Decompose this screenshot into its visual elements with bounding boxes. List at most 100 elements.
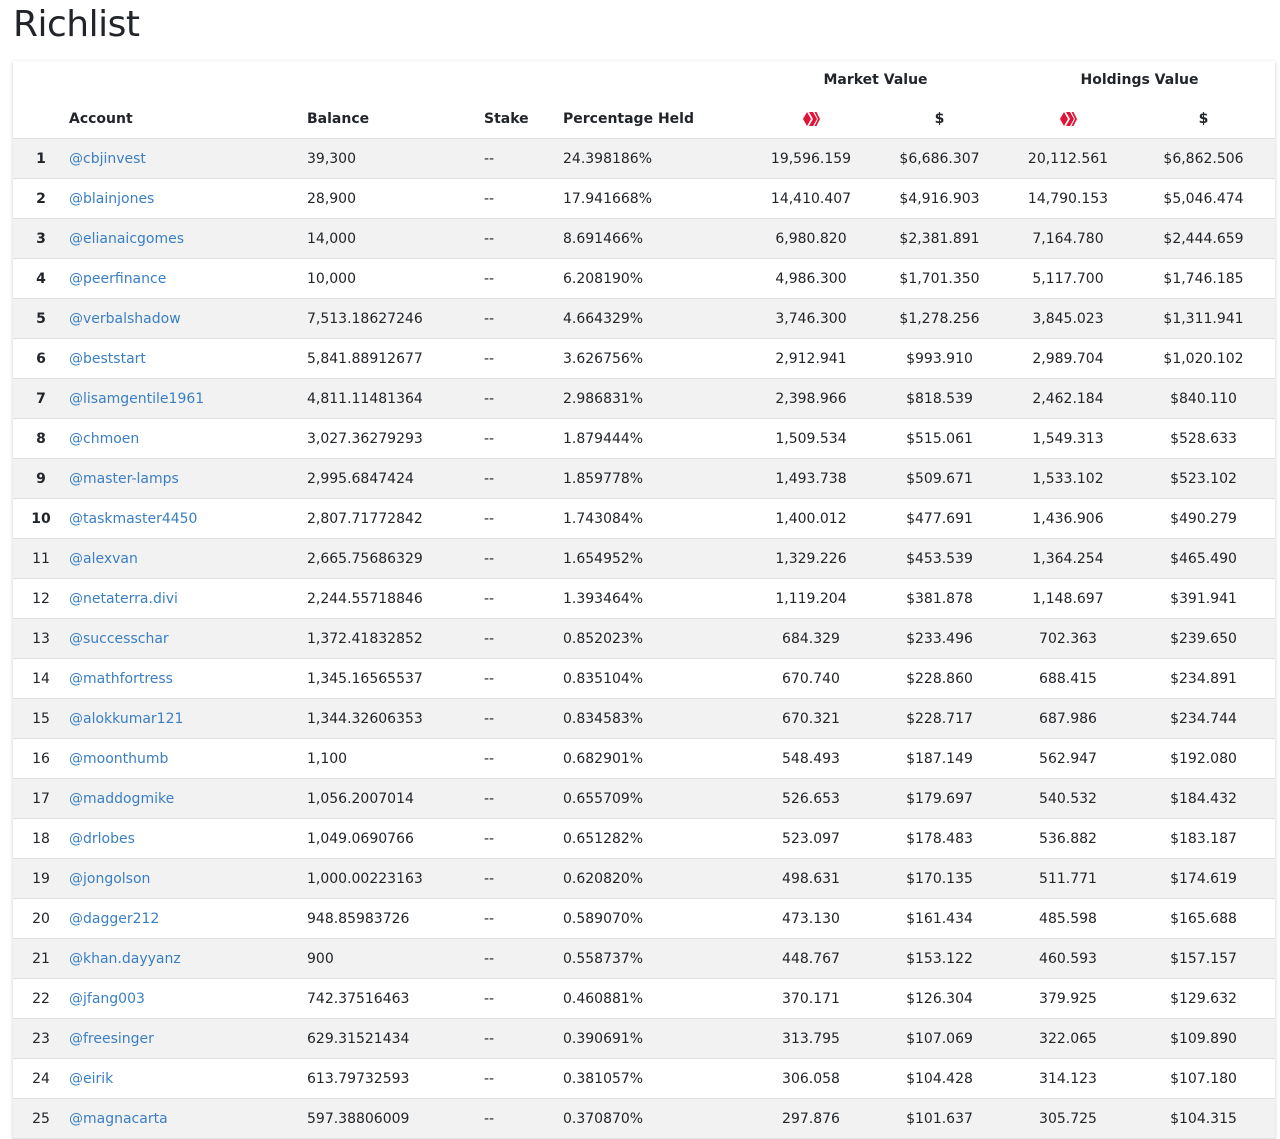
market-value-usd-cell: $179.697 xyxy=(875,778,1004,819)
balance-cell: 14,000 xyxy=(307,218,484,259)
balance-cell: 3,027.36279293 xyxy=(307,418,484,459)
holdings-value-hive-cell: 540.532 xyxy=(1004,778,1132,819)
market-value-hive-header[interactable] xyxy=(747,99,875,139)
account-link[interactable]: @successchar xyxy=(69,631,169,647)
market-value-hive-cell: 306.058 xyxy=(747,1058,875,1099)
balance-cell: 1,100 xyxy=(307,738,484,779)
account-link[interactable]: @lisamgentile1961 xyxy=(69,391,204,407)
holdings-value-hive-cell: 1,549.313 xyxy=(1004,418,1132,459)
market-value-usd-cell: $178.483 xyxy=(875,818,1004,859)
holdings-value-usd-cell: $109.890 xyxy=(1132,1018,1275,1059)
rank-cell: 6 xyxy=(13,338,69,379)
percentage-cell: 24.398186% xyxy=(563,138,747,179)
account-cell: @elianaicgomes xyxy=(69,218,307,259)
account-link[interactable]: @alexvan xyxy=(69,551,138,567)
market-value-hive-cell: 1,400.012 xyxy=(747,498,875,539)
market-value-usd-header[interactable]: $ xyxy=(875,99,1004,139)
table-row: 3 @elianaicgomes 14,000 -- 8.691466% 6,980.82… xyxy=(13,218,1275,259)
account-cell: @freesinger xyxy=(69,1018,307,1059)
market-value-usd-cell: $818.539 xyxy=(875,378,1004,419)
percentage-cell: 1.654952% xyxy=(563,538,747,579)
holdings-value-hive-cell: 5,117.700 xyxy=(1004,258,1132,299)
account-link[interactable]: @taskmaster4450 xyxy=(69,511,197,527)
stake-cell: -- xyxy=(484,898,563,939)
rank-cell: 18 xyxy=(13,818,69,859)
balance-header[interactable]: Balance xyxy=(307,99,484,139)
table-row: 8 @chmoen 3,027.36279293 -- 1.879444% 1,509.5… xyxy=(13,418,1275,459)
account-link[interactable]: @magnacarta xyxy=(69,1111,168,1127)
account-link[interactable]: @maddogmike xyxy=(69,791,174,807)
account-link[interactable]: @khan.dayyanz xyxy=(69,951,181,967)
holdings-value-hive-cell: 2,462.184 xyxy=(1004,378,1132,419)
account-link[interactable]: @freesinger xyxy=(69,1031,154,1047)
holdings-value-hive-cell: 688.415 xyxy=(1004,658,1132,699)
percentage-cell: 0.852023% xyxy=(563,618,747,659)
holdings-value-hive-cell: 485.598 xyxy=(1004,898,1132,939)
percentage-cell: 4.664329% xyxy=(563,298,747,339)
percentage-held-header[interactable]: Percentage Held xyxy=(563,99,747,139)
account-cell: @blainjones xyxy=(69,178,307,219)
rank-cell: 12 xyxy=(13,578,69,619)
table-row: 4 @peerfinance 10,000 -- 6.208190% 4,986.300 $… xyxy=(13,258,1275,299)
table-row: 19 @jongolson 1,000.00223163 -- 0.620820% 498… xyxy=(13,858,1275,899)
market-value-hive-cell: 1,329.226 xyxy=(747,538,875,579)
holdings-value-usd-cell: $183.187 xyxy=(1132,818,1275,859)
balance-cell: 2,244.55718846 xyxy=(307,578,484,619)
balance-cell: 10,000 xyxy=(307,258,484,299)
table-row: 22 @jfang003 742.37516463 -- 0.460881% 370.17… xyxy=(13,978,1275,1019)
holdings-value-usd-cell: $184.432 xyxy=(1132,778,1275,819)
stake-cell: -- xyxy=(484,1058,563,1099)
holdings-value-usd-header[interactable]: $ xyxy=(1132,99,1275,139)
account-link[interactable]: @chmoen xyxy=(69,431,139,447)
market-value-hive-cell: 2,398.966 xyxy=(747,378,875,419)
rank-cell: 22 xyxy=(13,978,69,1019)
account-link[interactable]: @verbalshadow xyxy=(69,311,181,327)
rank-cell: 7 xyxy=(13,378,69,419)
rank-cell: 2 xyxy=(13,178,69,219)
market-value-hive-cell: 526.653 xyxy=(747,778,875,819)
market-value-hive-cell: 548.493 xyxy=(747,738,875,779)
account-link[interactable]: @jongolson xyxy=(69,871,150,887)
account-link[interactable]: @beststart xyxy=(69,351,146,367)
stake-header[interactable]: Stake xyxy=(484,99,563,139)
account-link[interactable]: @mathfortress xyxy=(69,671,173,687)
account-link[interactable]: @master-lamps xyxy=(69,471,179,487)
rank-cell: 21 xyxy=(13,938,69,979)
account-cell: @eirik xyxy=(69,1058,307,1099)
stake-cell: -- xyxy=(484,698,563,739)
account-link[interactable]: @blainjones xyxy=(69,191,154,207)
stake-cell: -- xyxy=(484,818,563,859)
account-link[interactable]: @cbjinvest xyxy=(69,151,146,167)
market-value-hive-cell: 670.321 xyxy=(747,698,875,739)
rank-cell: 1 xyxy=(13,138,69,179)
account-link[interactable]: @eirik xyxy=(69,1071,113,1087)
stake-cell: -- xyxy=(484,1098,563,1139)
account-link[interactable]: @peerfinance xyxy=(69,271,166,287)
account-cell: @drlobes xyxy=(69,818,307,859)
holdings-value-usd-cell: $523.102 xyxy=(1132,458,1275,499)
account-link[interactable]: @drlobes xyxy=(69,831,135,847)
market-value-usd-cell: $170.135 xyxy=(875,858,1004,899)
holdings-value-hive-cell: 511.771 xyxy=(1004,858,1132,899)
account-link[interactable]: @jfang003 xyxy=(69,991,145,1007)
account-link[interactable]: @alokkumar121 xyxy=(69,711,183,727)
holdings-value-hive-cell: 305.725 xyxy=(1004,1098,1132,1139)
market-value-hive-cell: 3,746.300 xyxy=(747,298,875,339)
percentage-cell: 6.208190% xyxy=(563,258,747,299)
account-link[interactable]: @dagger212 xyxy=(69,911,159,927)
account-cell: @dagger212 xyxy=(69,898,307,939)
holdings-value-usd-cell: $234.891 xyxy=(1132,658,1275,699)
account-link[interactable]: @netaterra.divi xyxy=(69,591,178,607)
holdings-value-hive-cell: 460.593 xyxy=(1004,938,1132,979)
holdings-value-usd-cell: $5,046.474 xyxy=(1132,178,1275,219)
holdings-value-hive-cell: 536.882 xyxy=(1004,818,1132,859)
holdings-value-usd-cell: $1,311.941 xyxy=(1132,298,1275,339)
stake-cell: -- xyxy=(484,978,563,1019)
balance-cell: 39,300 xyxy=(307,138,484,179)
holdings-value-hive-header[interactable] xyxy=(1004,99,1132,139)
group-header-row: Market Value Holdings Value xyxy=(13,61,1275,99)
market-value-usd-cell: $381.878 xyxy=(875,578,1004,619)
account-link[interactable]: @elianaicgomes xyxy=(69,231,184,247)
account-link[interactable]: @moonthumb xyxy=(69,751,168,767)
account-header[interactable]: Account xyxy=(69,99,307,139)
